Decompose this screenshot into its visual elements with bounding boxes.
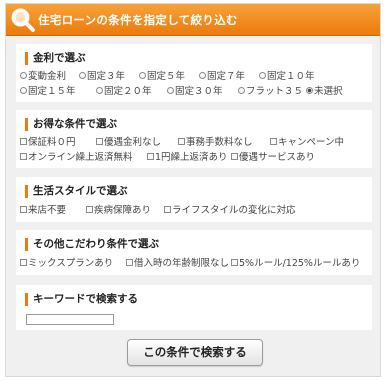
radio-fixed-15y[interactable]: 固定１５年 [20, 86, 76, 98]
search-icon [11, 8, 35, 32]
keyword-section: キーワードで検索する [16, 285, 372, 330]
lifestyle-section: 生活スタイルで選ぶ 来店不要 疾病保障あり ライフスタイルの変化に対応 [16, 177, 372, 222]
interest-rate-section: 金利で選ぶ 変動金利 固定３年 固定５年 固定７年 固定１０年 固定１５年 固定… [16, 44, 372, 102]
checkbox-mix-plan[interactable]: ミックスプランあり [20, 258, 113, 270]
checkbox-lifestyle-change[interactable]: ライフスタイルの変化に対応 [164, 205, 296, 217]
radio-fixed-5y[interactable]: 固定５年 [139, 71, 185, 83]
radio-fixed-3y[interactable]: 固定３年 [79, 71, 125, 83]
keyword-heading: キーワードで検索する [25, 293, 138, 306]
radio-button-icon[interactable] [96, 87, 103, 94]
checkbox-icon[interactable] [231, 259, 238, 266]
checkbox-icon[interactable] [20, 206, 27, 213]
checkbox-5-125-rule[interactable]: 5%ルール/125%ルールあり [231, 258, 360, 270]
radio-button-icon[interactable] [20, 87, 27, 94]
checkbox-icon[interactable] [20, 153, 27, 160]
checkbox-icon[interactable] [86, 206, 93, 213]
radio-button-icon[interactable] [199, 72, 206, 79]
radio-flat35[interactable]: フラット３５ [238, 86, 303, 98]
checkbox-icon[interactable] [270, 138, 277, 145]
checkbox-icon[interactable] [96, 138, 103, 145]
radio-button-icon[interactable] [259, 72, 266, 79]
radio-unselected[interactable]: 未選択 [306, 86, 343, 98]
checkbox-preferential-service[interactable]: 優遇サービスあり [231, 152, 315, 164]
checkbox-no-admin-fee[interactable]: 事務手数料なし [178, 137, 253, 149]
radio-button-icon[interactable] [79, 72, 86, 79]
checkbox-icon[interactable] [231, 153, 238, 160]
checkbox-no-guarantee-fee[interactable]: 保証料０円 [20, 137, 76, 149]
interest-rate-heading: 金利で選ぶ [25, 52, 86, 65]
checkbox-no-preferential-rate[interactable]: 優遇金利なし [96, 137, 161, 149]
filter-header: 住宅ローンの条件を指定して絞り込む [6, 4, 380, 36]
checkbox-one-yen-prepay[interactable]: 1円繰上返済あり [147, 152, 228, 164]
benefits-section: お得な条件で選ぶ 保証料０円 優遇金利なし 事務手数料なし キャンペーン中 オン… [16, 110, 372, 168]
radio-button-icon[interactable] [20, 72, 27, 79]
radio-button-icon[interactable] [167, 87, 174, 94]
checkbox-online-prepay-free[interactable]: オンライン繰上返済無料 [20, 152, 133, 164]
radio-fixed-10y[interactable]: 固定１０年 [259, 71, 315, 83]
checkbox-illness-coverage[interactable]: 疾病保障あり [86, 205, 151, 217]
other-conditions-section: その他こだわり条件で選ぶ ミックスプランあり 借入時の年齢制限なし 5%ルール/… [16, 230, 372, 275]
radio-fixed-7y[interactable]: 固定７年 [199, 71, 245, 83]
benefits-heading: お得な条件で選ぶ [25, 118, 117, 131]
checkbox-icon[interactable] [164, 206, 171, 213]
lifestyle-heading: 生活スタイルで選ぶ [25, 185, 128, 198]
checkbox-icon[interactable] [178, 138, 185, 145]
other-conditions-heading: その他こだわり条件で選ぶ [25, 238, 159, 251]
radio-fixed-30y[interactable]: 固定３０年 [167, 86, 223, 98]
filter-title: 住宅ローンの条件を指定して絞り込む [38, 13, 238, 27]
radio-fixed-20y[interactable]: 固定２０年 [96, 86, 152, 98]
checkbox-campaign[interactable]: キャンペーン中 [270, 137, 344, 149]
search-with-conditions-button[interactable]: この条件で検索する [127, 339, 263, 366]
radio-floating-rate[interactable]: 変動金利 [20, 71, 66, 83]
checkbox-icon[interactable] [147, 153, 154, 160]
checkbox-icon[interactable] [20, 138, 27, 145]
radio-button-icon[interactable] [139, 72, 146, 79]
checkbox-no-age-limit[interactable]: 借入時の年齢制限なし [126, 258, 229, 270]
checkbox-icon[interactable] [20, 259, 27, 266]
keyword-input[interactable] [26, 314, 114, 325]
checkbox-no-store-visit[interactable]: 来店不要 [20, 205, 66, 217]
loan-filter-panel: 住宅ローンの条件を指定して絞り込む 金利で選ぶ 変動金利 固定３年 固定５年 固… [5, 3, 381, 377]
radio-button-icon[interactable] [238, 87, 245, 94]
checkbox-icon[interactable] [126, 259, 133, 266]
radio-selected-icon[interactable] [306, 87, 313, 94]
